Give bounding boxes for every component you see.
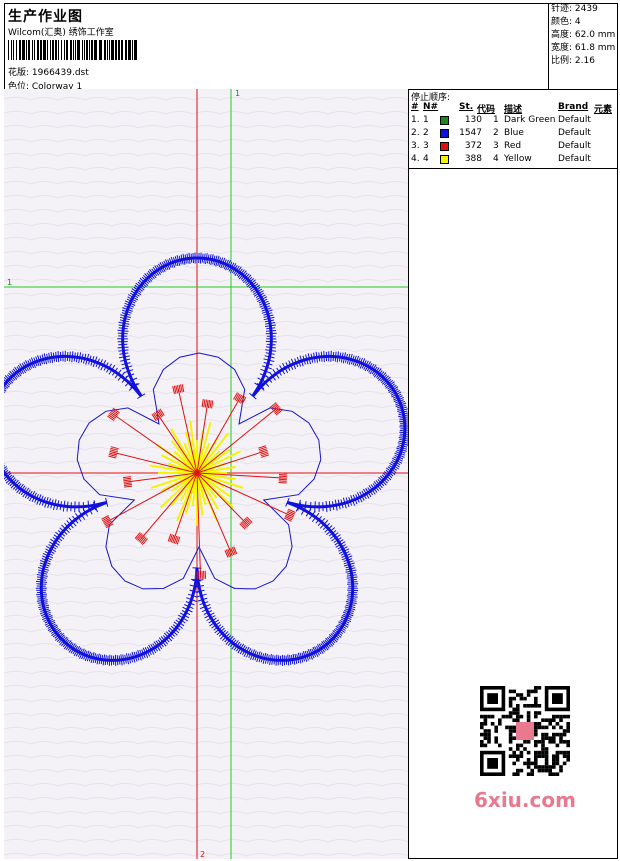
axis-label-left: 1 — [7, 278, 12, 287]
row-stitches: 388 — [464, 154, 482, 164]
row-description: Blue — [504, 128, 524, 138]
design-height: 高度: 62.0 mm — [551, 30, 616, 40]
header: 生产作业图 Wilcom(汇奥) 绣饰工作室 花版: 1966439.dst 色… — [4, 3, 548, 92]
row-number: 1 — [423, 115, 429, 125]
flower-petals — [4, 252, 408, 666]
stitch-count: 针迹: 2439 — [551, 4, 598, 14]
row-description: Red — [504, 141, 522, 151]
row-brand: Default — [558, 141, 591, 151]
col-header-index: # — [411, 102, 419, 112]
color-swatch — [440, 155, 449, 164]
color-count: 颜色: 4 — [551, 17, 581, 27]
axis-label-bottom: 2 — [200, 850, 205, 859]
row-number: 3 — [423, 141, 429, 151]
row-code: 1 — [493, 115, 499, 125]
stats-panel: 针迹: 2439 颜色: 4 高度: 62.0 mm 宽度: 61.8 mm 比… — [548, 3, 618, 89]
row-code: 2 — [493, 128, 499, 138]
row-stitches: 130 — [464, 115, 482, 125]
row-brand: Default — [558, 128, 591, 138]
row-index: 1. — [411, 115, 420, 125]
row-code: 3 — [493, 141, 499, 151]
col-header-code: 代码 — [477, 105, 496, 115]
row-code: 4 — [493, 154, 499, 164]
embroidery-preview: 1 1 2 — [4, 89, 408, 859]
row-number: 4 — [423, 154, 429, 164]
watermark-logo: 6xiu.com — [474, 788, 576, 812]
row-index: 3. — [411, 141, 420, 151]
col-header-element: 元素 — [594, 105, 613, 115]
design-width: 宽度: 61.8 mm — [551, 43, 616, 53]
design-ratio: 比例: 2.16 — [551, 56, 595, 66]
barcode — [8, 40, 137, 60]
col-header-brand: Brand — [558, 102, 589, 112]
row-stitches: 372 — [464, 141, 482, 151]
row-description: Yellow — [504, 154, 532, 164]
col-header-stitches: St. — [459, 102, 474, 112]
row-brand: Default — [558, 154, 591, 164]
color-swatch — [440, 142, 449, 151]
stop-sequence-table: 停止顺序: # N# St. 代码 描述 Brand 元素 1. 1 130 1 Dar… — [409, 89, 618, 169]
row-index: 4. — [411, 154, 420, 164]
row-index: 2. — [411, 128, 420, 138]
col-header-number: N# — [423, 102, 439, 112]
row-stitches: 1547 — [459, 128, 482, 138]
row-brand: Default — [558, 115, 591, 125]
color-swatch — [440, 116, 449, 125]
row-number: 2 — [423, 128, 429, 138]
studio-subtitle: Wilcom(汇奥) 绣饰工作室 — [8, 28, 114, 38]
row-description: Dark Green — [504, 115, 556, 125]
page-title: 生产作业图 — [8, 9, 83, 25]
color-swatch — [440, 129, 449, 138]
qr-code — [470, 682, 582, 782]
design-canvas[interactable]: 1 1 2 — [4, 89, 409, 859]
design-file-label: 花版: 1966439.dst — [8, 68, 89, 78]
col-header-description: 描述 — [504, 105, 523, 115]
axis-label-top: 1 — [235, 89, 240, 98]
